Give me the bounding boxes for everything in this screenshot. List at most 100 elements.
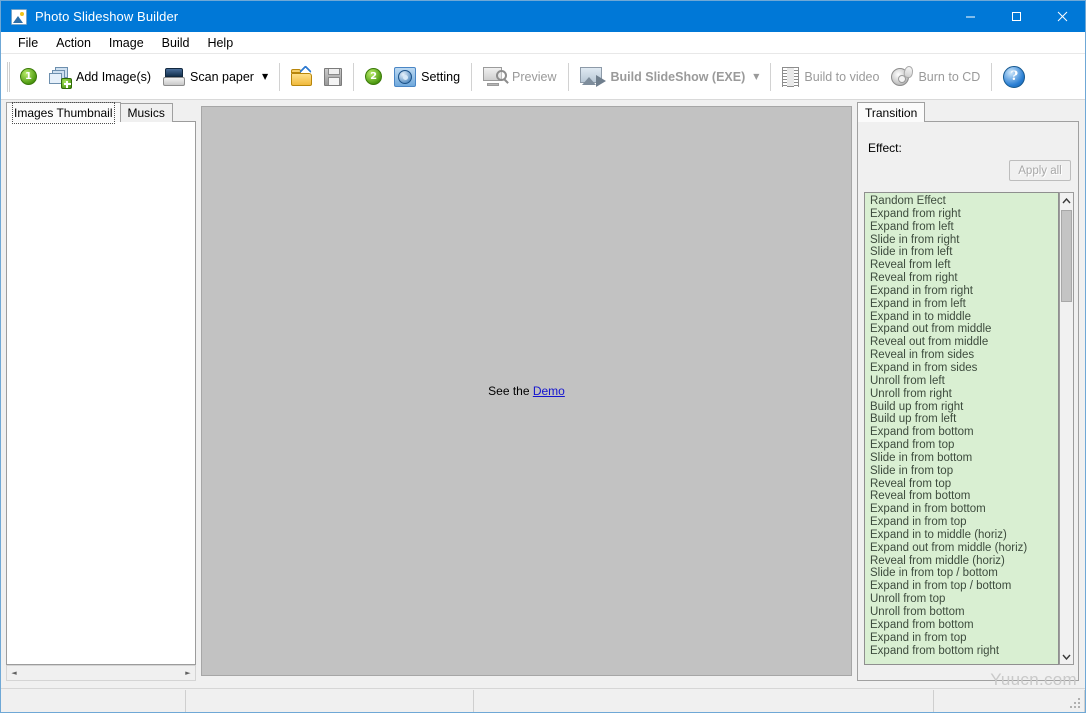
effect-list-item[interactable]: Expand from top	[865, 439, 1058, 452]
effect-list-item[interactable]: Reveal from top	[865, 478, 1058, 491]
effect-list-item[interactable]: Expand in from top	[865, 632, 1058, 645]
preview-label: Preview	[512, 69, 557, 84]
effect-list-items: Random Effect Expand from right Expand fro…	[865, 193, 1058, 657]
scroll-up-icon[interactable]	[1060, 193, 1073, 208]
work-area: Images Thumbnail Musics ◄ ► See the Demo	[1, 100, 1085, 686]
save-project-button[interactable]	[318, 60, 348, 94]
scan-paper-button[interactable]: Scan paper	[157, 60, 260, 94]
help-button[interactable]: ?	[997, 60, 1031, 94]
effect-list-item[interactable]: Reveal in from sides	[865, 349, 1058, 362]
effect-list-item[interactable]: Slide in from bottom	[865, 452, 1058, 465]
demo-hint-prefix: See the	[488, 384, 533, 398]
burn-to-cd-label: Burn to CD	[918, 69, 981, 84]
tab-musics[interactable]: Musics	[119, 103, 173, 122]
demo-link[interactable]: Demo	[533, 384, 565, 398]
effect-list-item[interactable]: Reveal from bottom	[865, 490, 1058, 503]
effect-list-item[interactable]: Expand out from middle (horiz)	[865, 542, 1058, 555]
toolbar-grip[interactable]	[7, 61, 10, 92]
effect-list-scrollbar[interactable]	[1059, 192, 1074, 665]
toolbar-separator-4	[567, 62, 569, 91]
step-2-badge-icon: 2	[365, 68, 383, 85]
preview-button[interactable]: Preview	[477, 60, 562, 94]
toolbar-separator-5	[770, 62, 772, 91]
effect-list-item[interactable]: Expand from bottom	[865, 619, 1058, 632]
demo-hint: See the Demo	[488, 384, 565, 398]
build-to-video-button[interactable]: Build to video	[776, 60, 885, 94]
effect-list-item[interactable]: Slide in from top / bottom	[865, 567, 1058, 580]
tab-transition[interactable]: Transition	[857, 102, 926, 122]
step-1-indicator: 1	[14, 60, 43, 94]
tab-images-thumbnail[interactable]: Images Thumbnail	[6, 102, 121, 124]
status-cell-4	[934, 689, 1085, 712]
effect-list-item[interactable]: Random Effect	[865, 195, 1058, 208]
add-images-button[interactable]: Add Image(s)	[43, 60, 157, 94]
status-cell-3	[474, 689, 934, 712]
effect-list-item[interactable]: Expand from right	[865, 208, 1058, 221]
effect-list-item[interactable]: Expand from left	[865, 221, 1058, 234]
toolbar-separator-3	[471, 62, 473, 91]
window-controls	[947, 1, 1085, 32]
effect-list-item[interactable]: Reveal out from middle	[865, 336, 1058, 349]
menu-item-help[interactable]: Help	[198, 34, 242, 52]
build-exe-icon	[579, 66, 606, 87]
burn-to-cd-button[interactable]: Burn to CD	[885, 60, 986, 94]
close-button[interactable]	[1039, 1, 1085, 32]
toolbar-separator-1	[279, 62, 281, 91]
resize-grip[interactable]	[1070, 698, 1082, 710]
scroll-down-icon[interactable]	[1060, 649, 1073, 664]
menu-item-build[interactable]: Build	[153, 34, 199, 52]
effect-list-item[interactable]: Slide in from left	[865, 246, 1058, 259]
scan-paper-dropdown-icon[interactable]: ▼	[260, 72, 274, 81]
effect-list-item[interactable]: Slide in from right	[865, 234, 1058, 247]
effect-list-item[interactable]: Reveal from left	[865, 259, 1058, 272]
tab-transition-label: Transition	[865, 106, 918, 120]
effect-list-item[interactable]: Expand in to middle	[865, 311, 1058, 324]
build-slideshow-label: Build SlideShow (EXE)	[610, 69, 746, 84]
effect-list-item[interactable]: Expand from bottom right	[865, 645, 1058, 658]
effect-list-item[interactable]: Slide in from top	[865, 465, 1058, 478]
application-window: Photo Slideshow Builder File Action Imag…	[0, 0, 1086, 713]
effect-list-item[interactable]: Reveal from middle (horiz)	[865, 555, 1058, 568]
effect-list-item[interactable]: Expand in to middle (horiz)	[865, 529, 1058, 542]
menu-item-image[interactable]: Image	[100, 34, 153, 52]
images-thumbnail-list[interactable]	[6, 121, 196, 665]
effect-list-item[interactable]: Unroll from right	[865, 388, 1058, 401]
scroll-right-icon[interactable]: ►	[181, 666, 195, 680]
minimize-button[interactable]	[947, 1, 993, 32]
effect-list-item[interactable]: Build up from right	[865, 401, 1058, 414]
setting-button[interactable]: Setting	[388, 60, 466, 94]
save-disk-icon	[324, 67, 343, 86]
title-bar: Photo Slideshow Builder	[1, 1, 1085, 32]
effect-list-item[interactable]: Unroll from bottom	[865, 606, 1058, 619]
apply-all-button[interactable]: Apply all	[1009, 160, 1071, 181]
effect-list-item[interactable]: Expand in from left	[865, 298, 1058, 311]
open-project-button[interactable]	[285, 60, 318, 94]
menu-item-action[interactable]: Action	[47, 34, 100, 52]
menu-item-file[interactable]: File	[9, 34, 47, 52]
effect-list-item[interactable]: Build up from left	[865, 413, 1058, 426]
effect-list-item[interactable]: Unroll from top	[865, 593, 1058, 606]
thumbnail-horizontal-scrollbar[interactable]: ◄ ►	[6, 665, 196, 681]
toolbar-separator-6	[991, 62, 993, 91]
effect-list-item[interactable]: Expand in from right	[865, 285, 1058, 298]
effect-list-item[interactable]: Expand out from middle	[865, 323, 1058, 336]
effect-list-item[interactable]: Unroll from left	[865, 375, 1058, 388]
effect-list-item[interactable]: Expand in from bottom	[865, 503, 1058, 516]
scroll-left-icon[interactable]: ◄	[7, 666, 21, 680]
preview-canvas[interactable]: See the Demo	[201, 106, 852, 676]
build-slideshow-dropdown-icon[interactable]: ▼	[751, 72, 765, 81]
maximize-button[interactable]	[993, 1, 1039, 32]
effect-list-item[interactable]: Expand in from top / bottom	[865, 580, 1058, 593]
effect-list-item[interactable]: Expand from bottom	[865, 426, 1058, 439]
burn-cd-icon	[891, 64, 915, 87]
step-1-badge-icon: 1	[20, 68, 37, 85]
effect-list-item[interactable]: Expand in from sides	[865, 362, 1058, 375]
effect-list[interactable]: Random Effect Expand from right Expand fro…	[864, 192, 1059, 665]
build-slideshow-button[interactable]: Build SlideShow (EXE)	[574, 60, 752, 94]
effect-list-item[interactable]: Reveal from right	[865, 272, 1058, 285]
film-strip-icon	[782, 66, 800, 88]
scrollbar-thumb[interactable]	[1061, 210, 1072, 302]
transition-pane: Effect: Apply all Random Effect Expand fr…	[857, 121, 1079, 681]
right-tab-strip: Transition	[857, 102, 1079, 122]
effect-list-item[interactable]: Expand in from top	[865, 516, 1058, 529]
